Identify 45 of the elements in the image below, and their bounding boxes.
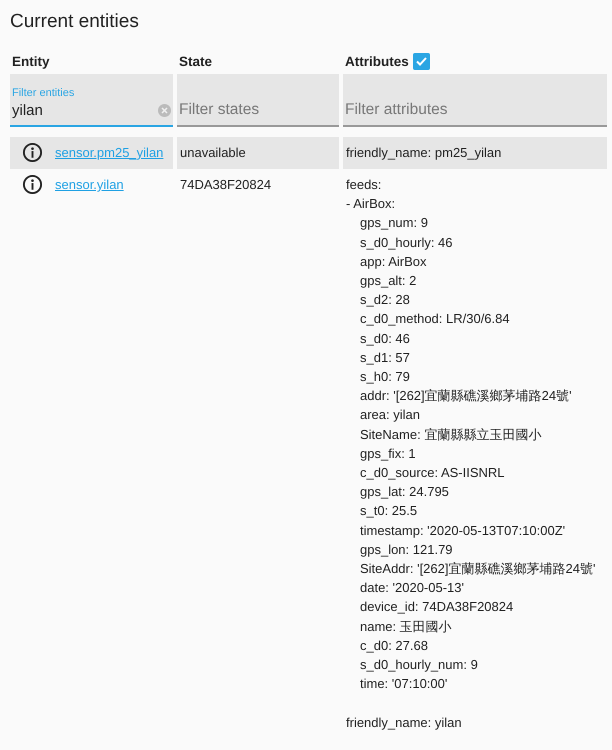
attribute-line: s_d2: 28	[360, 291, 410, 310]
attribute-line: s_h0: 79	[360, 368, 410, 386]
filter-field[interactable]: Filter states	[177, 74, 339, 127]
attribute-line: date: '2020-05-13'	[360, 579, 464, 598]
column-header: State	[179, 54, 212, 68]
attribute-line: time: '07:10:00'	[360, 675, 448, 694]
attribute-line: c_d0_method: LR/30/6.84	[360, 310, 510, 328]
attribute-line: area: yilan	[360, 406, 420, 424]
filter-field[interactable]: Filter attributes	[343, 74, 607, 127]
attribute-line: c_d0: 27.68	[360, 636, 428, 655]
attribute-line: timestamp: '2020-05-13T07:10:00Z'	[360, 522, 566, 540]
attribute-line: friendly_name: yilan	[346, 714, 462, 732]
attribute-line: gps_num: 9	[360, 214, 428, 232]
check-icon	[414, 54, 428, 68]
page-title: Current entities	[10, 10, 139, 34]
text-input[interactable]: yilan	[12, 102, 152, 119]
info-icon[interactable]	[22, 142, 43, 163]
text-input[interactable]: Filter attributes	[345, 101, 607, 119]
attribute-line: gps_alt: 2	[360, 272, 416, 290]
attribute-line: gps_lon: 121.79	[360, 540, 453, 559]
column-header: Attributes	[345, 54, 409, 68]
attribute-line: SiteName: 宜蘭縣縣立玉田國小	[360, 426, 542, 444]
attribute-line: app: AirBox	[360, 252, 426, 271]
state-text: unavailable	[180, 145, 246, 160]
attribute-line: addr: '[262]宜蘭縣礁溪鄉茅埔路24號'	[360, 387, 572, 406]
filter-field[interactable]: Filter entities yilan	[10, 74, 173, 127]
attribute-line: s_d0: 46	[360, 330, 410, 348]
attribute-line: name: 玉田國小	[360, 618, 452, 636]
checkbox[interactable]	[412, 52, 430, 70]
attribute-line: device_id: 74DA38F20824	[360, 598, 514, 616]
text-input[interactable]: Filter states	[179, 101, 339, 119]
attribute-line: SiteAddr: '[262]宜蘭縣礁溪鄉茅埔路24號'	[360, 560, 596, 578]
attribute-line: s_d1: 57	[360, 348, 410, 367]
attribute-line: c_d0_source: AS-IISNRL	[360, 464, 505, 482]
attribute-line: s_d0_hourly_num: 9	[360, 656, 478, 674]
state-text: 74DA38F20824	[180, 177, 272, 192]
attribute-line: s_t0: 25.5	[360, 502, 418, 520]
attribute-line: gps_fix: 1	[360, 444, 416, 463]
attribute-line: - AirBox:	[346, 195, 396, 214]
attribute-line: gps_lat: 24.795	[360, 483, 449, 502]
info-icon[interactable]	[22, 174, 43, 195]
attribute-line: s_d0_hourly: 46	[360, 234, 453, 252]
attribute-line: friendly_name: pm25_yilan	[346, 144, 502, 162]
attribute-line: feeds:	[346, 176, 382, 194]
column-header: Entity	[12, 54, 50, 68]
